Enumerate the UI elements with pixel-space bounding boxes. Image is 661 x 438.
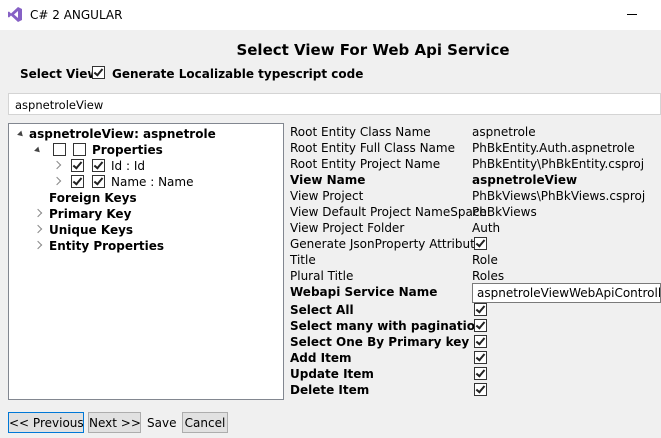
update-item-label: Update Item <box>290 367 374 381</box>
collapse-arrow-icon[interactable] <box>34 146 42 155</box>
previous-button[interactable]: << Previous <box>8 412 84 433</box>
select-all-label: Select All <box>290 303 354 317</box>
select-all-checkbox[interactable] <box>474 303 487 316</box>
root-entity-full-class-name-label: Root Entity Full Class Name <box>290 141 455 155</box>
properties-checkbox[interactable] <box>53 143 66 156</box>
tree-entity-properties-label[interactable]: Entity Properties <box>49 239 164 253</box>
delete-item-checkbox[interactable] <box>474 383 487 396</box>
save-button[interactable]: Save <box>147 416 176 430</box>
generate-localizable-label: Generate Localizable typescript code <box>112 67 364 81</box>
window-title: C# 2 ANGULAR <box>30 8 123 22</box>
generate-json-property-label: Generate JsonProperty Attribute <box>290 237 483 251</box>
add-item-label: Add Item <box>290 351 352 365</box>
select-one-checkbox[interactable] <box>474 335 487 348</box>
select-many-checkbox[interactable] <box>474 319 487 332</box>
minimize-button[interactable] <box>618 0 648 28</box>
visual-studio-icon <box>8 7 22 22</box>
tree-foreign-keys-label[interactable]: Foreign Keys <box>49 191 137 205</box>
select-one-label: Select One By Primary key <box>290 335 470 349</box>
root-entity-class-name-value: aspnetrole <box>472 125 536 139</box>
root-entity-project-name-label: Root Entity Project Name <box>290 157 441 171</box>
root-entity-class-name-label: Root Entity Class Name <box>290 125 431 139</box>
view-project-folder-value: Auth <box>472 221 501 235</box>
expand-arrow-icon[interactable] <box>52 160 62 170</box>
property-id-checkbox-2[interactable] <box>92 159 105 172</box>
cancel-button[interactable]: Cancel <box>182 412 228 433</box>
view-name-label: View Name <box>290 173 366 187</box>
view-project-label: View Project <box>290 189 364 203</box>
tree-primary-key-label[interactable]: Primary Key <box>49 207 131 221</box>
plural-title-label: Plural Title <box>290 269 354 283</box>
view-default-namespace-value: PhBkViews <box>472 205 537 219</box>
generate-json-property-checkbox[interactable] <box>474 237 487 250</box>
tree-item-label[interactable]: Id : Id <box>111 159 145 173</box>
selected-view-bar[interactable]: aspnetroleView <box>8 93 661 115</box>
collapse-arrow-icon[interactable] <box>17 130 25 139</box>
property-name-checkbox[interactable] <box>71 175 84 188</box>
root-entity-project-name-value: PhBkEntity\PhBkEntity.csproj <box>472 157 645 171</box>
webapi-service-name-label: Webapi Service Name <box>290 285 438 299</box>
root-entity-full-class-name-value: PhBkEntity.Auth.aspnetrole <box>472 141 635 155</box>
tree-properties-label[interactable]: Properties <box>92 143 163 157</box>
property-id-checkbox[interactable] <box>71 159 84 172</box>
view-tree[interactable]: aspnetroleView: aspnetrole Properties Id… <box>8 123 284 400</box>
expand-arrow-icon[interactable] <box>33 208 43 218</box>
title-value: Role <box>472 253 498 267</box>
tree-root-label[interactable]: aspnetroleView: aspnetrole <box>29 127 216 141</box>
tree-unique-keys-label[interactable]: Unique Keys <box>49 223 133 237</box>
select-many-label: Select many with pagination <box>290 319 484 333</box>
view-project-folder-label: View Project Folder <box>290 221 405 235</box>
plural-title-value: Roles <box>472 269 505 283</box>
title-label: Title <box>290 253 316 267</box>
property-name-checkbox-2[interactable] <box>92 175 105 188</box>
expand-arrow-icon[interactable] <box>33 224 43 234</box>
update-item-checkbox[interactable] <box>474 367 487 380</box>
view-name-value: aspnetroleView <box>472 173 578 187</box>
add-item-checkbox[interactable] <box>474 351 487 364</box>
generate-localizable-checkbox[interactable] <box>92 66 105 79</box>
view-project-value: PhBkViews\PhBkViews.csproj <box>472 189 646 203</box>
view-default-namespace-label: View Default Project NameSpace <box>290 205 487 219</box>
delete-item-label: Delete Item <box>290 383 370 397</box>
tree-item-label[interactable]: Name : Name <box>111 175 193 189</box>
expand-arrow-icon[interactable] <box>52 176 62 186</box>
page-title: Select View For Web Api Service <box>236 41 510 59</box>
select-view-label: Select View. <box>20 67 103 81</box>
properties-checkbox-2[interactable] <box>73 143 86 156</box>
webapi-service-name-input[interactable]: aspnetroleViewWebApiController <box>472 283 661 303</box>
next-button[interactable]: Next >> <box>88 412 141 433</box>
expand-arrow-icon[interactable] <box>33 240 43 250</box>
title-bar: C# 2 ANGULAR <box>0 0 661 30</box>
